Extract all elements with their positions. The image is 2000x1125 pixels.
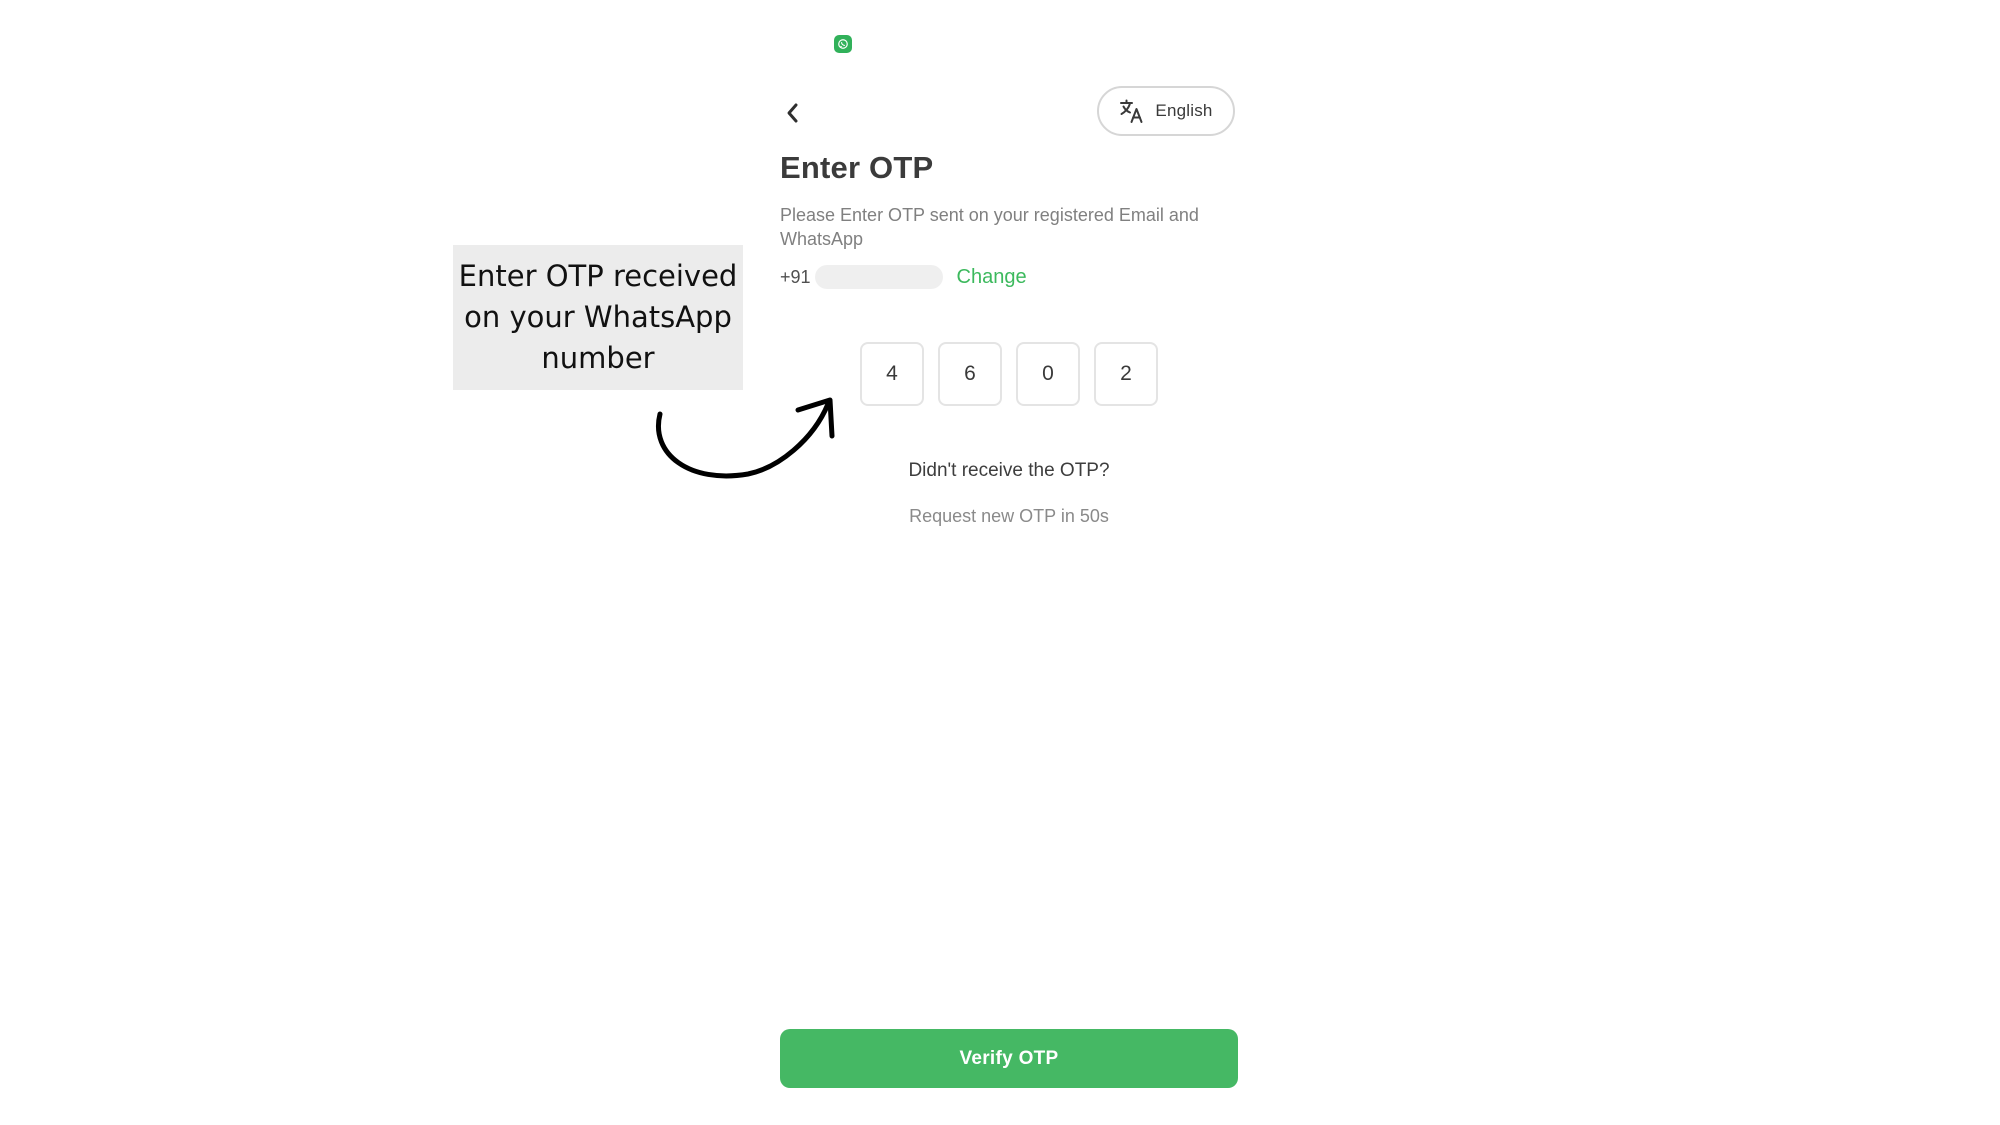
whatsapp-icon [834,35,852,53]
chevron-left-icon [787,103,798,123]
page-title: Enter OTP [780,150,934,185]
change-number-link[interactable]: Change [957,266,1027,289]
language-label: English [1155,101,1213,120]
curved-arrow-icon [656,397,835,479]
otp-digit-1[interactable]: 4 [860,342,924,406]
translate-icon [1119,98,1145,124]
otp-digit-2[interactable]: 6 [938,342,1002,406]
otp-input-group: 4 6 0 2 [860,342,1158,406]
masked-phone-number [814,265,943,289]
annotation-callout: Enter OTP received on your WhatsApp numb… [453,245,743,390]
resend-otp-timer: Request new OTP in 50s [909,506,1109,526]
country-code: +91 [780,266,811,287]
otp-digit-3[interactable]: 0 [1016,342,1080,406]
language-selector[interactable]: English [1097,86,1235,136]
phone-number-row: +91 Change [780,263,1027,291]
otp-digit-4[interactable]: 2 [1094,342,1158,406]
back-button[interactable] [778,98,808,128]
otp-instructions: Please Enter OTP sent on your registered… [780,205,1199,249]
didnt-receive-text: Didn't receive the OTP? [908,460,1110,481]
otp-screen: English Enter OTP Please Enter OTP sent … [0,0,2000,1125]
verify-otp-button[interactable]: Verify OTP [780,1029,1238,1088]
